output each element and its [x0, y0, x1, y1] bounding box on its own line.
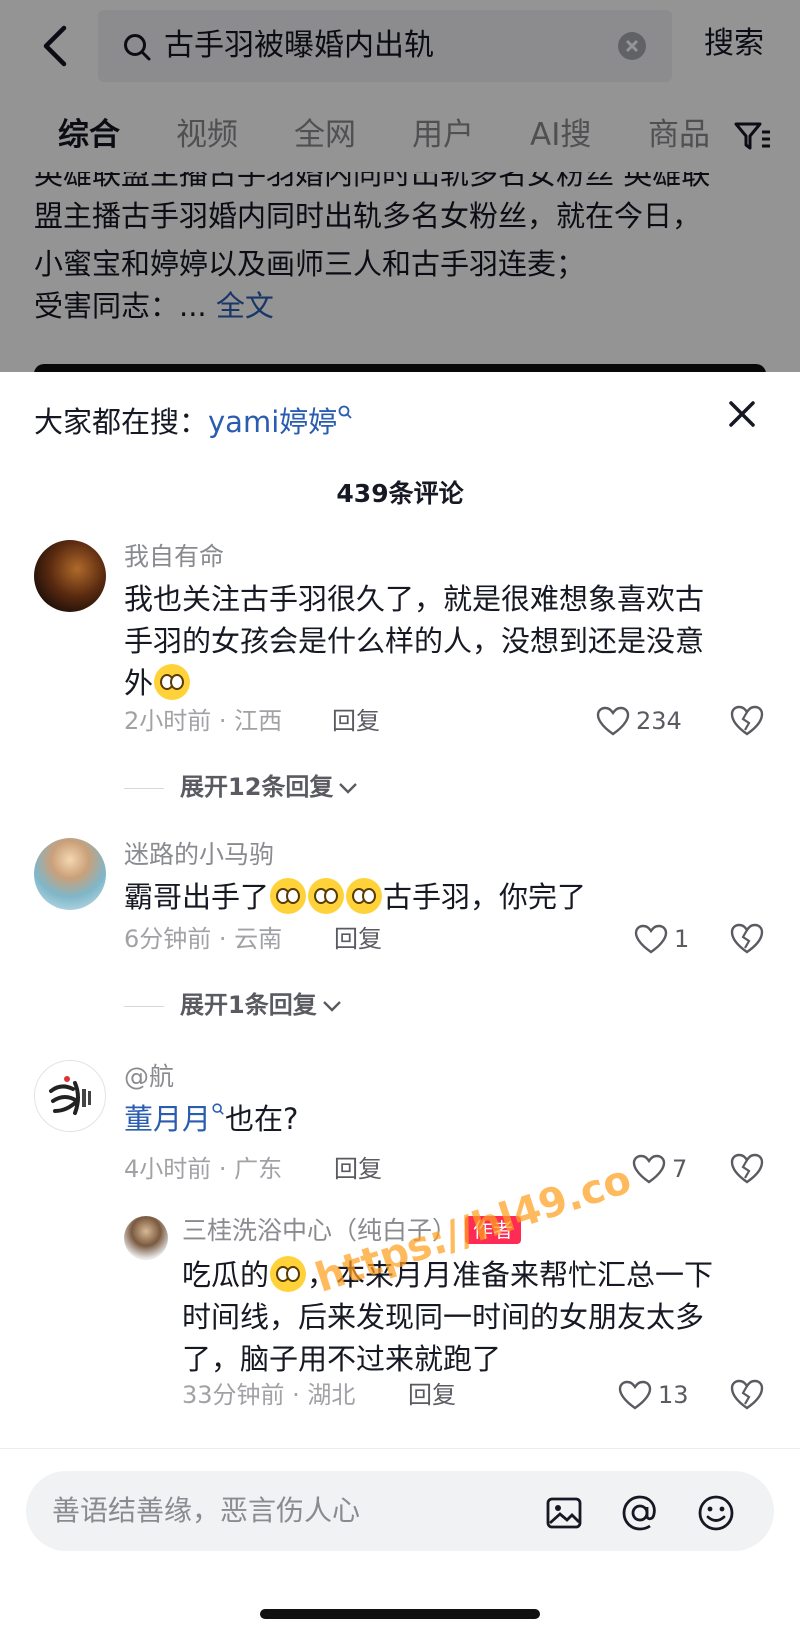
pleading-face-emoji: [270, 878, 307, 914]
heart-icon: [634, 924, 668, 954]
mention-link[interactable]: 董月月: [124, 1102, 211, 1136]
trending-keyword-link[interactable]: yami婷婷: [208, 405, 337, 439]
comment-username[interactable]: 迷路的小马驹: [124, 838, 274, 872]
broken-heart-icon[interactable]: [730, 704, 764, 738]
avatar[interactable]: [34, 540, 106, 612]
comment-text: 我也关注古手羽很久了，就是很难想象喜欢古 手羽的女孩会是什么样的人，没想到还是没…: [124, 582, 705, 700]
like-button[interactable]: 1: [634, 922, 706, 956]
comment-input[interactable]: 善语结善缘，恶言伤人心: [26, 1471, 774, 1551]
heart-icon: [618, 1380, 652, 1410]
search-icon: [338, 405, 352, 419]
like-count: 13: [658, 1381, 689, 1409]
comment-meta: 2小时前 · 江西: [124, 707, 283, 735]
flushed-face-emoji: [154, 664, 191, 700]
reply-button[interactable]: 回复: [332, 704, 380, 738]
like-button[interactable]: 7: [632, 1152, 706, 1186]
comment-meta: 6分钟前 · 云南: [124, 925, 283, 953]
chevron-down-icon: [322, 1001, 341, 1012]
heart-icon: [596, 706, 630, 736]
emoji-icon[interactable]: [696, 1493, 736, 1533]
broken-heart-icon[interactable]: [730, 1378, 764, 1412]
crying-laughing-emoji: [270, 1256, 307, 1292]
avatar[interactable]: [124, 1216, 168, 1260]
reply-button[interactable]: 回复: [334, 922, 382, 956]
close-icon[interactable]: [724, 396, 760, 432]
trending-search: 大家都在搜：yami婷婷: [34, 402, 353, 442]
mention-icon[interactable]: [620, 1493, 660, 1533]
broken-heart-icon[interactable]: [730, 1152, 764, 1186]
expand-replies-button[interactable]: 展开1条回复: [124, 988, 343, 1022]
comment-text: 霸哥出手了 古手羽，你完了: [124, 878, 587, 914]
broken-heart-icon[interactable]: [730, 922, 764, 956]
image-icon[interactable]: [544, 1493, 584, 1533]
comment-composer: 善语结善缘，恶言伤人心: [0, 1448, 800, 1635]
avatar[interactable]: [34, 838, 106, 910]
reply-meta: 33分钟前 · 湖北: [182, 1381, 356, 1409]
dim-overlay[interactable]: [0, 0, 800, 372]
comment-text: 董月月 也在?: [124, 1102, 299, 1136]
like-button[interactable]: 13: [618, 1378, 706, 1412]
comment-input-placeholder: 善语结善缘，恶言伤人心: [52, 1494, 361, 1527]
search-icon: [212, 1103, 224, 1115]
like-count: 7: [672, 1155, 688, 1183]
comment-count: 439条评论: [336, 479, 464, 508]
comment-username[interactable]: @航: [124, 1060, 174, 1094]
heart-icon: [632, 1154, 666, 1184]
like-count: 234: [636, 707, 682, 735]
reply-text: 吃瓜的 ，本来月月准备来帮忙汇总一下 时间线，后来发现同一时间的女朋友太多 了，脑…: [182, 1256, 714, 1376]
comments-sheet: 大家都在搜：yami婷婷 439条评论 我自有命 我也关注古手羽很久了，就是很难…: [0, 372, 800, 1635]
expand-replies-button[interactable]: 展开12条回复: [124, 770, 359, 804]
chevron-down-icon: [339, 783, 358, 794]
like-button[interactable]: 234: [596, 704, 706, 738]
comment-meta: 4小时前 · 广东: [124, 1155, 283, 1183]
pleading-face-emoji: [346, 878, 383, 914]
home-indicator: [260, 1609, 540, 1619]
avatar[interactable]: [34, 1060, 106, 1132]
calligraphy-logo-icon: [49, 1076, 91, 1115]
reply-button[interactable]: 回复: [334, 1152, 382, 1186]
pleading-face-emoji: [308, 878, 345, 914]
reply-button[interactable]: 回复: [408, 1378, 456, 1412]
comment-username[interactable]: 我自有命: [124, 540, 224, 574]
like-count: 1: [674, 925, 690, 953]
